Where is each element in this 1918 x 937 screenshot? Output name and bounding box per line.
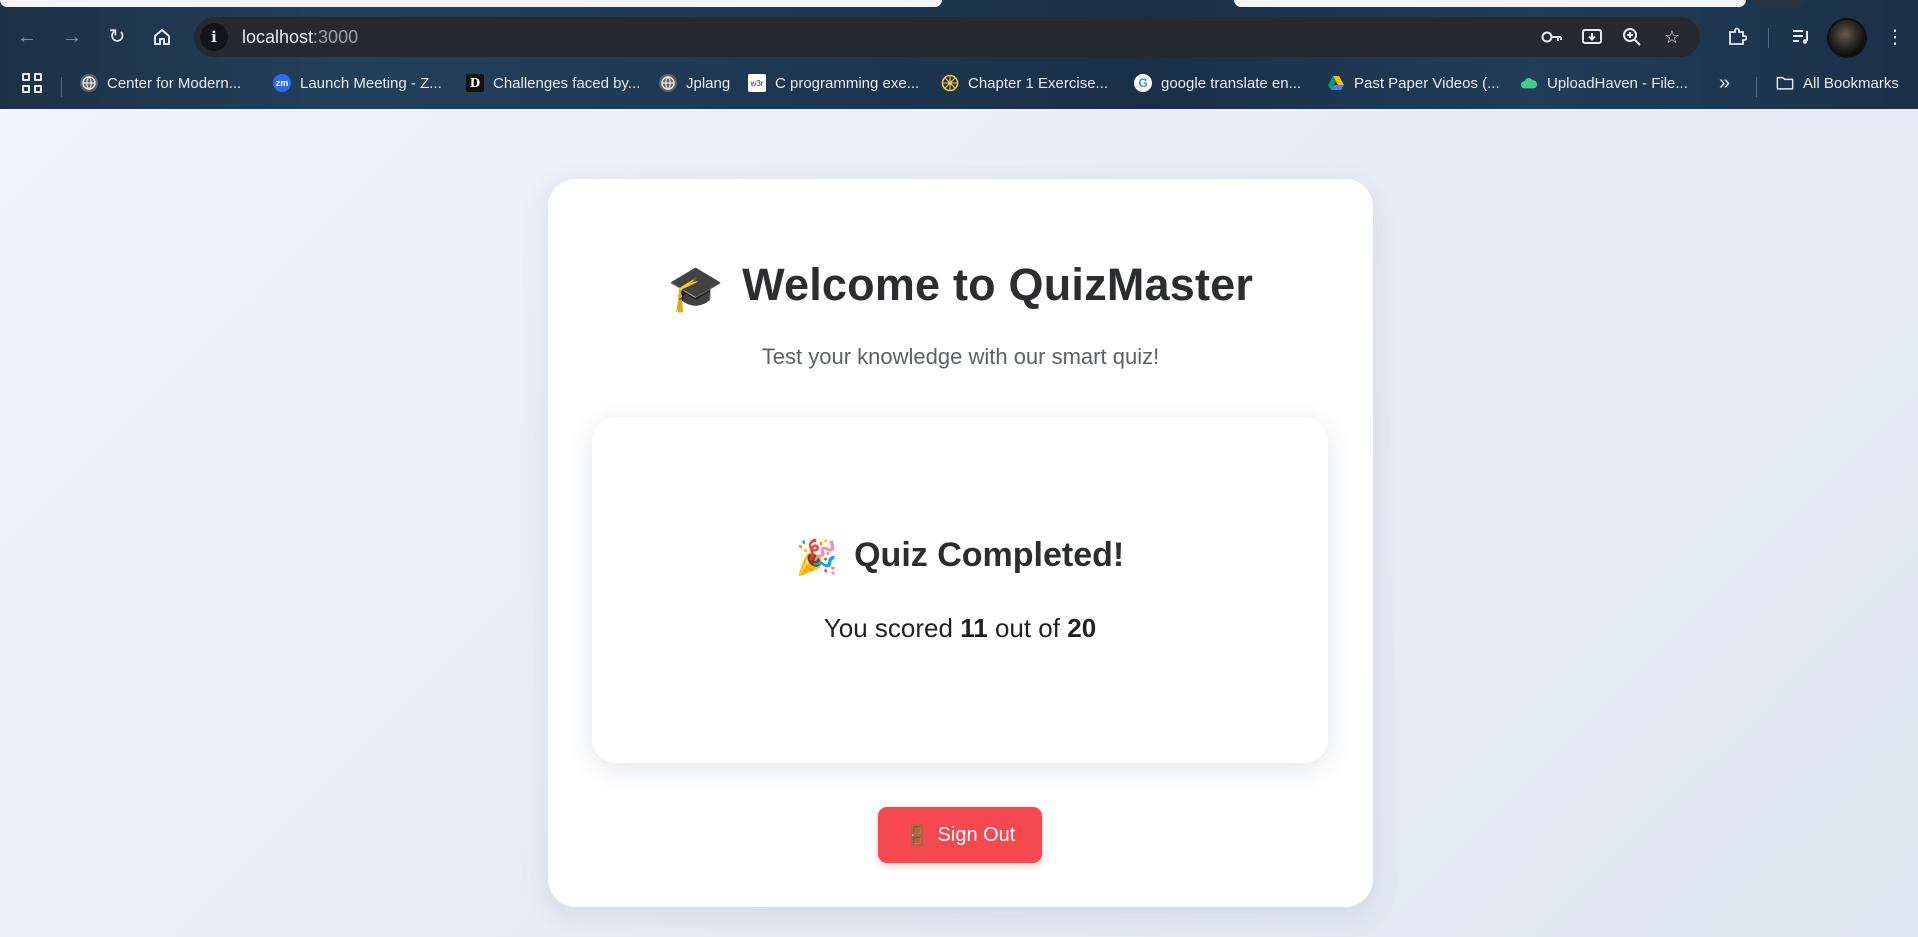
- url-port: :3000: [313, 27, 359, 47]
- toolbar-divider: [1768, 28, 1769, 48]
- title-text: Welcome to QuizMaster: [742, 259, 1254, 310]
- bookmark-label: UploadHaven - File...: [1547, 74, 1688, 92]
- result-heading-text: Quiz Completed!: [854, 536, 1125, 574]
- score-value: 11: [960, 613, 988, 643]
- bookmark-item[interactable]: UploadHaven - File...: [1520, 71, 1688, 95]
- url-host: localhost: [242, 27, 314, 47]
- drive-icon: [1327, 74, 1345, 92]
- bookmarks-divider: [61, 77, 62, 97]
- bookmark-star-icon[interactable]: ☆: [1660, 25, 1684, 49]
- zoom-icon: zm: [273, 74, 291, 92]
- media-queue-icon[interactable]: [1786, 22, 1816, 52]
- score-total: 20: [1067, 613, 1097, 643]
- w3r-icon: w3r: [748, 74, 766, 92]
- globe-icon: [659, 74, 677, 92]
- tab-sliver[interactable]: [1755, 0, 1805, 7]
- back-arrow-icon[interactable]: ←: [12, 22, 42, 52]
- folder-icon: [1776, 74, 1794, 92]
- graduation-cap-icon: 🎓: [667, 263, 725, 314]
- page-subtitle: Test your knowledge with our smart quiz!: [761, 344, 1160, 369]
- tab-active-sliver[interactable]: [0, 0, 942, 7]
- extensions-puzzle-icon[interactable]: [1722, 22, 1752, 52]
- quiz-card: 🎓 Welcome to QuizMaster Test your knowled…: [548, 179, 1373, 907]
- apps-grid-icon[interactable]: [22, 73, 42, 93]
- bookmark-label: C programming exe...: [775, 74, 920, 92]
- globe-icon: [80, 74, 98, 92]
- bookmarks-overflow-button[interactable]: »: [1719, 71, 1730, 95]
- bookmark-label: google translate en...: [1161, 74, 1302, 92]
- password-key-icon[interactable]: [1540, 25, 1564, 49]
- bookmark-item[interactable]: Jplang: [659, 71, 730, 95]
- score-mid: out of: [994, 613, 1060, 643]
- home-icon[interactable]: [147, 22, 177, 52]
- result-heading: 🎉 Quiz Completed!: [592, 536, 1328, 578]
- bookmark-item[interactable]: D Challenges faced by...: [466, 71, 640, 95]
- bookmark-label: Chapter 1 Exercise...: [968, 74, 1109, 92]
- google-icon: G: [1134, 74, 1152, 92]
- bookmark-item[interactable]: Past Paper Videos (...: [1327, 71, 1500, 95]
- page-background: 🎓 Welcome to QuizMaster Test your knowled…: [0, 109, 1918, 937]
- bookmark-label: Challenges faced by...: [493, 74, 641, 92]
- install-app-icon[interactable]: [1580, 25, 1604, 49]
- kebab-menu-icon[interactable]: ⋮: [1880, 22, 1910, 52]
- party-popper-icon: 🎉: [795, 539, 839, 577]
- forward-arrow-icon[interactable]: →: [57, 22, 87, 52]
- page-title: 🎓 Welcome to QuizMaster: [548, 259, 1373, 315]
- bookmark-item[interactable]: w3r C programming exe...: [748, 71, 919, 95]
- zoom-icon[interactable]: [1620, 25, 1644, 49]
- bookmarks-divider: [1756, 77, 1757, 97]
- door-icon: 🚪: [904, 824, 930, 847]
- cloud-icon: [1520, 74, 1538, 92]
- tab-strip: [0, 0, 1918, 8]
- tab-sliver[interactable]: [1234, 0, 1746, 7]
- bookmark-label: Center for Modern...: [107, 74, 242, 92]
- bookmark-label: Past Paper Videos (...: [1354, 74, 1500, 92]
- site-info-icon[interactable]: i: [200, 23, 228, 51]
- bookmark-item[interactable]: Chapter 1 Exercise...: [941, 71, 1108, 95]
- score-prefix: You scored: [823, 613, 953, 643]
- bookmark-item[interactable]: G google translate en...: [1134, 71, 1301, 95]
- sign-out-button[interactable]: 🚪 Sign Out: [878, 807, 1042, 863]
- score-text: You scored 11 out of 20: [592, 613, 1328, 644]
- d-logo-icon: D: [466, 74, 484, 92]
- all-bookmarks-button[interactable]: All Bookmarks: [1776, 71, 1899, 95]
- browser-chrome: ← → ↻ i localhost:3000 ☆ ⋮ Center for Mo…: [0, 0, 1918, 109]
- address-bar[interactable]: i localhost:3000 ☆: [194, 17, 1700, 57]
- sign-out-label: Sign Out: [937, 823, 1016, 846]
- bookmark-label: Jplang: [686, 74, 731, 92]
- result-panel: 🎉 Quiz Completed! You scored 11 out of 20: [592, 417, 1328, 763]
- bookmark-item[interactable]: Center for Modern...: [80, 71, 241, 95]
- all-bookmarks-label: All Bookmarks: [1803, 74, 1899, 92]
- wheel-icon: [941, 74, 959, 92]
- bookmark-label: Launch Meeting - Z...: [300, 74, 442, 92]
- url-text[interactable]: localhost:3000: [242, 27, 358, 48]
- reload-icon[interactable]: ↻: [102, 22, 132, 52]
- bookmark-item[interactable]: zm Launch Meeting - Z...: [273, 71, 442, 95]
- profile-avatar[interactable]: [1827, 18, 1867, 58]
- browser-toolbar: ← → ↻ i localhost:3000 ☆ ⋮: [0, 8, 1918, 66]
